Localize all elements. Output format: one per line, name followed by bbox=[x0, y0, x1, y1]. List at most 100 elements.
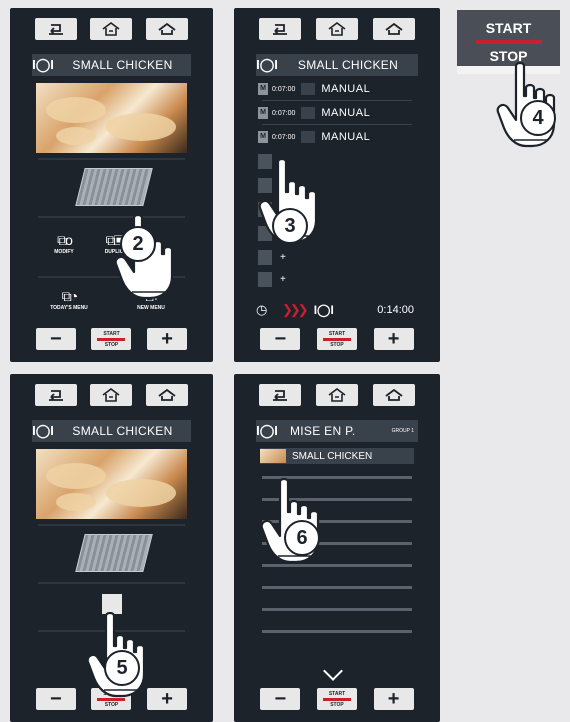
phase-label: MANUAL bbox=[321, 107, 371, 119]
phase-type-icon bbox=[301, 131, 316, 143]
back-icon bbox=[48, 390, 63, 401]
oven-home-button[interactable] bbox=[315, 18, 358, 40]
plus-button[interactable]: + bbox=[373, 688, 414, 710]
top-bar bbox=[234, 18, 440, 40]
start-label: START bbox=[328, 330, 346, 337]
home-icon bbox=[158, 388, 176, 401]
minus-button[interactable]: − bbox=[35, 328, 76, 350]
back-button[interactable] bbox=[34, 384, 77, 406]
back-button[interactable] bbox=[34, 18, 77, 40]
cutlery-plate-icon: I◯I bbox=[256, 423, 278, 438]
home-button[interactable] bbox=[146, 384, 189, 406]
empty-slot[interactable] bbox=[262, 586, 412, 589]
recipe-title-bar: I◯I SMALL CHICKEN bbox=[32, 420, 191, 442]
oven-home-button[interactable] bbox=[90, 18, 133, 40]
add-phase-row[interactable]: + bbox=[258, 272, 416, 287]
phase-label: MANUAL bbox=[321, 131, 371, 143]
stop-label: STOP bbox=[104, 341, 119, 348]
todays-menu-label: TODAY'S MENU bbox=[50, 305, 88, 311]
progress-arrows-icon: ❯❯❯ bbox=[282, 302, 309, 317]
accent-bar bbox=[322, 337, 351, 341]
cutlery-plate-icon: I◯I bbox=[32, 57, 54, 72]
list-item-label: SMALL CHICKEN bbox=[292, 450, 373, 462]
divider bbox=[38, 524, 185, 526]
phase-row[interactable]: M 0:07:00 MANUAL bbox=[258, 104, 416, 122]
phase-row[interactable]: M 0:07:00 MANUAL bbox=[258, 128, 416, 146]
list-item[interactable]: SMALL CHICKEN bbox=[260, 448, 414, 464]
start-stop-button[interactable]: START STOP bbox=[316, 328, 357, 350]
cutlery-plate-icon: I◯I bbox=[313, 303, 334, 317]
divider bbox=[262, 100, 412, 101]
start-label: START bbox=[485, 20, 532, 36]
oven-home-button[interactable] bbox=[315, 384, 358, 406]
phase-label: MANUAL bbox=[321, 83, 371, 95]
tray-image bbox=[75, 534, 153, 572]
add-phase-plus: + bbox=[280, 252, 286, 263]
stop-label: STOP bbox=[330, 701, 344, 708]
empty-slot[interactable] bbox=[262, 608, 412, 611]
minus-button[interactable]: − bbox=[260, 688, 301, 710]
minus-button[interactable]: − bbox=[35, 688, 76, 710]
recipe-title-bar: I◯I SMALL CHICKEN bbox=[32, 54, 191, 76]
phase-row[interactable]: M 0:07:00 MANUAL bbox=[258, 80, 416, 98]
plus-button[interactable]: + bbox=[147, 328, 188, 350]
step-number: 2 bbox=[120, 226, 156, 262]
home-button[interactable] bbox=[372, 384, 415, 406]
phase-mode-icon: M bbox=[258, 107, 268, 119]
bottom-bar: − START STOP + bbox=[234, 328, 440, 350]
oven-home-icon bbox=[328, 22, 346, 36]
accent-bar bbox=[97, 337, 126, 341]
stop-label: STOP bbox=[104, 701, 119, 708]
accent-bar bbox=[475, 40, 542, 44]
cutlery-plate-icon: I◯I bbox=[256, 57, 278, 72]
menu-title: MISE EN P. bbox=[290, 424, 356, 438]
home-button[interactable] bbox=[372, 18, 415, 40]
phase-mode-icon: M bbox=[258, 131, 268, 143]
group-label: GROUP 1 bbox=[391, 428, 414, 434]
cutlery-plate-icon: I◯I bbox=[32, 423, 54, 438]
plus-button[interactable]: + bbox=[373, 328, 414, 350]
modify-label: MODIFY bbox=[54, 249, 74, 255]
recipe-name: SMALL CHICKEN bbox=[72, 58, 173, 72]
back-button[interactable] bbox=[259, 384, 302, 406]
phase-time: 0:07:00 bbox=[272, 133, 296, 141]
modify-button[interactable]: ⧉o MODIFY bbox=[40, 232, 88, 255]
start-stop-button[interactable]: START STOP bbox=[91, 328, 132, 350]
todays-menu-button[interactable]: ⧉◔ TODAY'S MENU bbox=[38, 288, 100, 311]
chevron-down-icon[interactable] bbox=[323, 661, 343, 681]
home-icon bbox=[385, 388, 403, 401]
step-number: 3 bbox=[272, 208, 308, 244]
stop-label: STOP bbox=[330, 341, 344, 348]
recipe-photo bbox=[36, 83, 187, 153]
home-icon bbox=[385, 22, 403, 35]
minus-button[interactable]: − bbox=[260, 328, 301, 350]
top-bar bbox=[10, 18, 213, 40]
status-row: ◷ ❯❯❯ I◯I 0:14:00 bbox=[256, 300, 418, 320]
home-icon bbox=[158, 22, 176, 35]
step-number: 4 bbox=[520, 100, 556, 136]
bottom-bar: − START STOP + bbox=[234, 688, 440, 710]
plus-button[interactable]: + bbox=[147, 688, 188, 710]
back-icon bbox=[48, 24, 63, 35]
divider bbox=[262, 124, 412, 125]
tray-image bbox=[75, 168, 153, 206]
start-label: START bbox=[328, 690, 346, 697]
start-label: START bbox=[103, 330, 120, 337]
oven-home-button[interactable] bbox=[90, 384, 133, 406]
add-phase-row[interactable]: + bbox=[258, 250, 416, 265]
start-stop-button[interactable]: START STOP bbox=[316, 688, 357, 710]
menu-title-bar: I◯I MISE EN P. GROUP 1 bbox=[256, 420, 418, 442]
book-clock-icon: ⧉◔ bbox=[61, 288, 78, 304]
phase-time: 0:07:00 bbox=[272, 85, 296, 93]
back-icon bbox=[273, 390, 288, 401]
back-button[interactable] bbox=[259, 18, 302, 40]
book-eye-icon: ⧉o bbox=[57, 232, 73, 248]
oven-home-icon bbox=[328, 388, 346, 402]
phase-type-icon bbox=[301, 83, 316, 95]
phase-time: 0:07:00 bbox=[272, 109, 296, 117]
total-time: 0:14:00 bbox=[377, 304, 414, 316]
divider bbox=[38, 582, 185, 584]
home-button[interactable] bbox=[146, 18, 189, 40]
empty-slot[interactable] bbox=[262, 630, 412, 633]
back-icon bbox=[273, 24, 288, 35]
